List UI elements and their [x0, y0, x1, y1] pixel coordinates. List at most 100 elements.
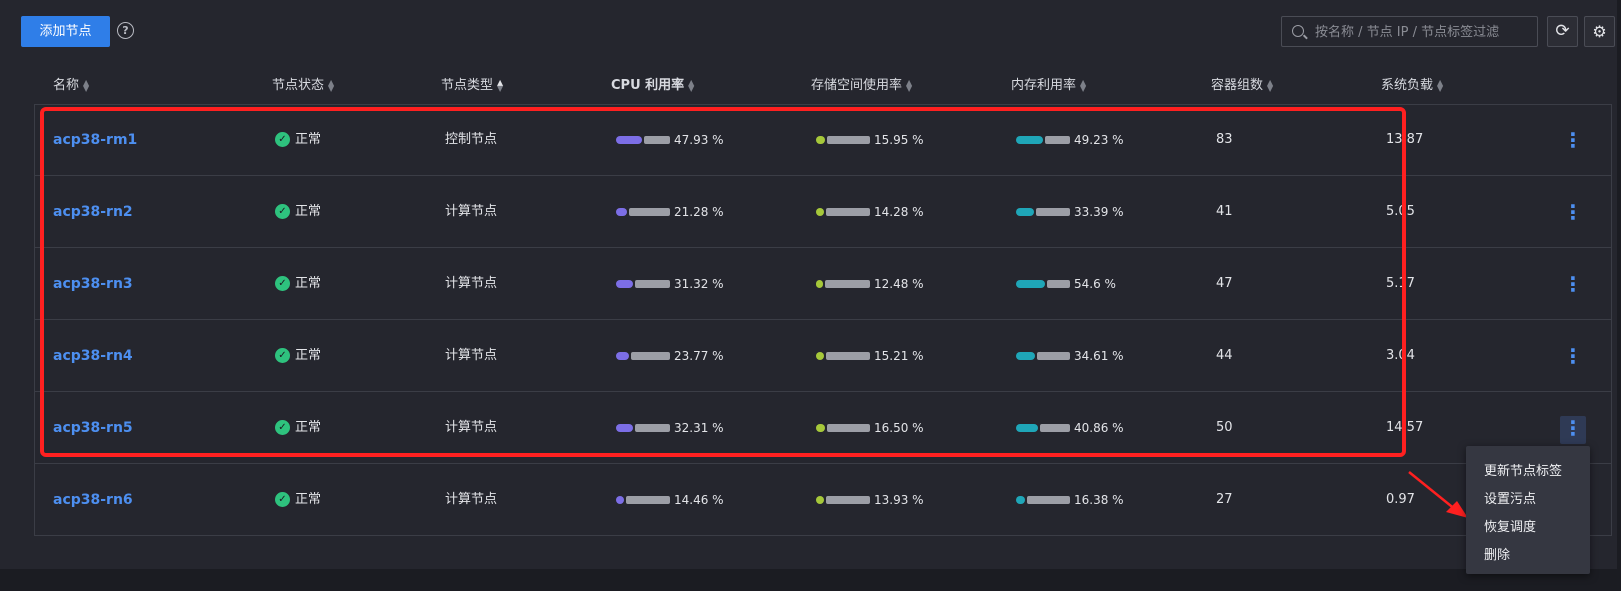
memory-usage-cell: 54.6 %: [1016, 248, 1116, 320]
memory-usage-bar-track: [1040, 424, 1070, 432]
memory-usage-bar-fill: [1016, 280, 1045, 288]
memory-usage-bar: [1016, 208, 1070, 216]
node-type: 计算节点: [445, 204, 498, 219]
cpu-usage-cell: 31.32 %: [616, 248, 724, 320]
node-name-link[interactable]: acp38-rm1: [53, 104, 137, 176]
memory-usage-cell: 49.23 %: [1016, 104, 1124, 176]
memory-usage-value: 40.86 %: [1074, 421, 1124, 435]
node-status-label: 正常: [295, 420, 322, 435]
more-actions-icon[interactable]: ⋮: [1560, 128, 1586, 156]
cpu-usage-cell: 21.28 %: [616, 176, 724, 248]
storage-usage-bar-fill: [816, 280, 823, 288]
more-actions-icon[interactable]: ⋮: [1560, 272, 1586, 300]
column-header-storage[interactable]: 存储空间使用率 ▲ ▼: [811, 74, 912, 93]
node-name-link[interactable]: acp38-rn4: [53, 320, 133, 392]
system-load: 13.87: [1386, 132, 1424, 147]
cpu-usage-bar-fill: [616, 352, 629, 360]
storage-usage-cell: 16.50 %: [816, 392, 924, 464]
cpu-usage-bar-fill: [616, 496, 624, 504]
check-circle-icon: ✓: [275, 204, 290, 219]
column-header-pods[interactable]: 容器组数 ▲ ▼: [1211, 74, 1273, 93]
cpu-usage-bar: [616, 208, 670, 216]
table-row: acp38-rn3 ✓ 正常 计算节点 31.32 % 12.48 % 54.6 % 47 5.…: [34, 248, 1612, 320]
memory-usage-bar: [1016, 280, 1070, 288]
column-header-name[interactable]: 名称 ▲ ▼: [53, 74, 89, 93]
add-node-button[interactable]: 添加节点: [21, 16, 110, 47]
node-status-label: 正常: [295, 132, 322, 147]
check-circle-icon: ✓: [275, 132, 290, 147]
table-row: acp38-rm1 ✓ 正常 控制节点 47.93 % 15.95 % 49.23 % 83 1…: [34, 104, 1612, 176]
node-type: 控制节点: [445, 132, 498, 147]
memory-usage-bar: [1016, 352, 1070, 360]
memory-usage-bar-track: [1047, 280, 1070, 288]
more-actions-icon[interactable]: ⋮: [1560, 200, 1586, 228]
toolbar: 添加节点 ? ⟳ ⚙: [0, 0, 1617, 58]
column-header-load[interactable]: 系统负载 ▲ ▼: [1381, 74, 1443, 93]
table-row: acp38-rn6 ✓ 正常 计算节点 14.46 % 13.93 % 16.38 % 27 0…: [34, 464, 1612, 536]
table-header: 名称 ▲ ▼ 节点状态 ▲ ▼ 节点类型 ▲ ▼ CPU 利用率 ▲ ▼ 存储空间使用率 ▲ ▼ 内…: [0, 62, 1617, 102]
menu-item-resume-scheduling[interactable]: 恢复调度: [1484, 516, 1536, 535]
memory-usage-cell: 34.61 %: [1016, 320, 1124, 392]
node-status: ✓ 正常: [275, 104, 321, 176]
column-header-cpu[interactable]: CPU 利用率 ▲ ▼: [611, 74, 694, 93]
memory-usage-bar-track: [1037, 352, 1070, 360]
node-type: 计算节点: [445, 276, 498, 291]
system-load: 3.04: [1386, 348, 1415, 363]
pod-count: 44: [1216, 348, 1233, 363]
search-input[interactable]: [1313, 17, 1537, 48]
table-row: acp38-rn2 ✓ 正常 计算节点 21.28 % 14.28 % 33.39 % 41 5…: [34, 176, 1612, 248]
storage-usage-bar-track: [825, 280, 870, 288]
settings-gear-icon[interactable]: ⚙: [1584, 16, 1615, 47]
menu-item-set-taints[interactable]: 设置污点: [1484, 488, 1536, 507]
memory-usage-bar: [1016, 136, 1070, 144]
pod-count: 41: [1216, 204, 1233, 219]
cpu-usage-value: 47.93 %: [674, 133, 724, 147]
cpu-usage-bar: [616, 352, 670, 360]
node-status-label: 正常: [295, 348, 322, 363]
help-icon[interactable]: ?: [117, 22, 134, 39]
storage-usage-value: 15.95 %: [874, 133, 924, 147]
cpu-usage-value: 32.31 %: [674, 421, 724, 435]
cpu-usage-cell: 14.46 %: [616, 464, 724, 536]
node-name-link[interactable]: acp38-rn2: [53, 176, 133, 248]
table-row: acp38-rn4 ✓ 正常 计算节点 23.77 % 15.21 % 34.61 % 44 3…: [34, 320, 1612, 392]
sort-icon: ▲ ▼: [1267, 77, 1274, 93]
cpu-usage-value: 31.32 %: [674, 277, 724, 291]
column-header-memory[interactable]: 内存利用率 ▲ ▼: [1011, 74, 1086, 93]
storage-usage-bar: [816, 136, 870, 144]
more-actions-icon[interactable]: ⋮: [1560, 416, 1586, 444]
sort-icon: ▲ ▼: [688, 77, 695, 93]
search-box[interactable]: [1281, 16, 1538, 48]
column-header-type[interactable]: 节点类型 ▲ ▼: [441, 74, 503, 93]
storage-usage-cell: 15.21 %: [816, 320, 924, 392]
node-name-link[interactable]: acp38-rn5: [53, 392, 133, 464]
sort-icon: ▲ ▼: [83, 77, 90, 93]
node-name-link[interactable]: acp38-rn6: [53, 464, 133, 536]
memory-usage-bar-track: [1045, 136, 1070, 144]
memory-usage-bar: [1016, 424, 1070, 432]
pod-count: 83: [1216, 132, 1233, 147]
memory-usage-cell: 33.39 %: [1016, 176, 1124, 248]
refresh-icon[interactable]: ⟳: [1547, 16, 1578, 47]
sort-icon: ▲ ▼: [328, 77, 335, 93]
row-actions-menu: 更新节点标签 设置污点 恢复调度 删除: [1466, 446, 1590, 574]
cpu-usage-bar-fill: [616, 136, 642, 144]
cpu-usage-bar-fill: [616, 208, 627, 216]
node-status: ✓ 正常: [275, 248, 321, 320]
storage-usage-bar-track: [826, 352, 870, 360]
check-circle-icon: ✓: [275, 492, 290, 507]
menu-item-delete[interactable]: 删除: [1484, 544, 1510, 563]
more-actions-icon[interactable]: ⋮: [1560, 344, 1586, 372]
storage-usage-value: 16.50 %: [874, 421, 924, 435]
memory-usage-bar: [1016, 496, 1070, 504]
node-name-link[interactable]: acp38-rn3: [53, 248, 133, 320]
cpu-usage-bar-track: [644, 136, 670, 144]
cpu-usage-value: 14.46 %: [674, 493, 724, 507]
node-status: ✓ 正常: [275, 392, 321, 464]
system-load: 5.17: [1386, 276, 1415, 291]
storage-usage-bar-fill: [816, 352, 824, 360]
column-header-status[interactable]: 节点状态 ▲ ▼: [272, 74, 334, 93]
menu-item-update-labels[interactable]: 更新节点标签: [1484, 460, 1562, 479]
storage-usage-value: 15.21 %: [874, 349, 924, 363]
memory-usage-value: 54.6 %: [1074, 277, 1116, 291]
